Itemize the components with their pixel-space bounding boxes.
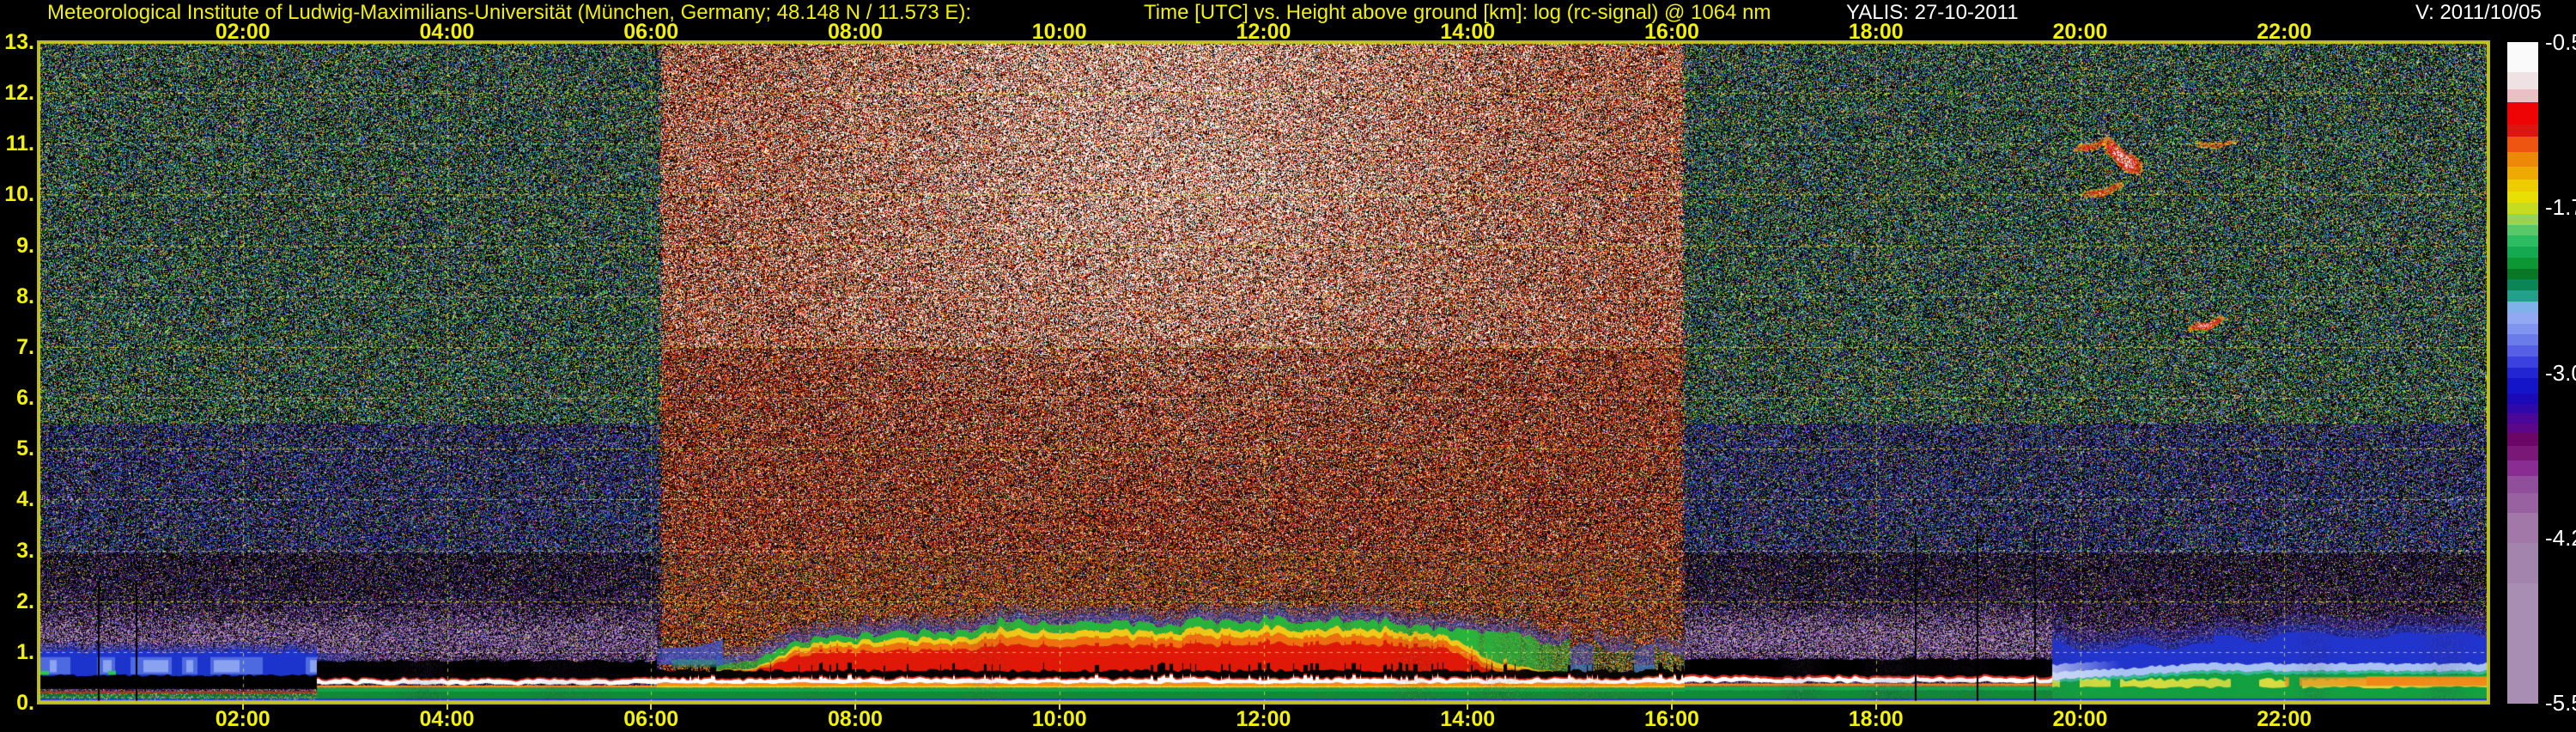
colorbar-segment — [2507, 445, 2538, 462]
x-tick-label: 22:00 — [2257, 20, 2312, 44]
colorbar-segment — [2507, 179, 2538, 193]
colorbar-segment — [2507, 167, 2538, 180]
x-tick-mark — [2283, 704, 2286, 710]
colorbar-segment — [2507, 235, 2538, 247]
colorbar-segment — [2507, 192, 2538, 204]
x-tick-label: 18:00 — [1848, 707, 1904, 731]
x-tick-mark — [650, 704, 653, 710]
colorbar-segment — [2507, 124, 2538, 138]
x-tick-label: 02:00 — [215, 20, 270, 44]
colorbar-segment — [2507, 378, 2538, 394]
colorbar-segment — [2507, 101, 2538, 125]
x-tick-label: 12:00 — [1236, 20, 1291, 44]
colorbar-segment — [2507, 323, 2538, 336]
colorbar-segment — [2507, 312, 2538, 325]
colorbar-tick-label: -1.75 — [2545, 194, 2576, 221]
colorbar-segment — [2507, 42, 2538, 73]
colorbar-segment — [2507, 151, 2538, 168]
colorbar-segment — [2507, 137, 2538, 153]
x-tick-label: 22:00 — [2257, 707, 2312, 731]
colorbar-tick-label: -4.25 — [2545, 524, 2576, 551]
colorbar-segment — [2507, 290, 2538, 302]
colorbar-segment — [2507, 583, 2538, 704]
x-tick-mark — [1874, 704, 1877, 710]
colorbar-segment — [2507, 423, 2538, 435]
colorbar-tick-label: -5.50 — [2545, 690, 2576, 716]
colorbar-segment — [2507, 345, 2538, 357]
y-tick-label: 4. — [16, 487, 34, 512]
x-tick-label: 20:00 — [2052, 20, 2108, 44]
colorbar-segment — [2507, 224, 2538, 237]
x-tick-label: 12:00 — [1236, 707, 1291, 731]
y-tick-label: 8. — [16, 284, 34, 308]
x-tick-label: 04:00 — [419, 20, 475, 44]
colorbar-segment — [2507, 247, 2538, 259]
x-tick-label: 20:00 — [2052, 707, 2108, 731]
colorbar-segment — [2507, 513, 2538, 544]
colorbar-segment — [2507, 461, 2538, 477]
colorbar-segment — [2507, 393, 2538, 405]
colorbar-segment — [2507, 213, 2538, 226]
x-tick-label: 06:00 — [623, 707, 679, 731]
y-tick-label: 13. — [4, 30, 34, 54]
colorbar-segment — [2507, 268, 2538, 281]
lidar-heatmap-canvas — [39, 42, 2488, 703]
x-tick-label: 14:00 — [1440, 707, 1496, 731]
y-tick-label: 3. — [16, 538, 34, 563]
colorbar-segment — [2507, 356, 2538, 369]
header-version: V: 2011/10/05 — [2415, 1, 2542, 24]
y-tick-label: 11. — [5, 131, 34, 156]
y-tick-label: 0. — [16, 691, 34, 715]
x-tick-label: 14:00 — [1440, 20, 1496, 44]
colorbar-segment — [2507, 71, 2538, 90]
colorbar-segment — [2507, 203, 2538, 215]
x-tick-mark — [2079, 704, 2081, 710]
colorbar-segment — [2507, 493, 2538, 515]
plot-frame — [37, 40, 2490, 705]
y-tick-label: 6. — [16, 386, 34, 411]
x-tick-mark — [241, 704, 244, 710]
y-tick-label: 1. — [16, 639, 34, 664]
colorbar-segment — [2507, 279, 2538, 292]
colorbar-segment — [2507, 403, 2538, 414]
y-tick-label: 9. — [16, 233, 34, 258]
colorbar-segment — [2507, 302, 2538, 314]
colorbar-segment — [2507, 543, 2538, 584]
x-tick-label: 04:00 — [419, 707, 475, 731]
colorbar-tick-label: -3.00 — [2545, 359, 2576, 386]
colorbar-tick-label: -0.50 — [2545, 29, 2576, 55]
colorbar-segment — [2507, 475, 2538, 494]
x-tick-mark — [1671, 704, 1673, 710]
x-tick-label: 16:00 — [1644, 20, 1699, 44]
x-tick-label: 02:00 — [215, 707, 270, 731]
x-tick-mark — [1467, 704, 1469, 710]
y-tick-label: 5. — [16, 436, 34, 461]
x-tick-label: 08:00 — [828, 20, 883, 44]
colorbar-segment — [2507, 367, 2538, 380]
colorbar-segment — [2507, 433, 2538, 447]
colorbar — [2507, 42, 2538, 704]
x-tick-label: 10:00 — [1031, 20, 1087, 44]
x-tick-label: 06:00 — [623, 20, 679, 44]
colorbar-segment — [2507, 334, 2538, 346]
colorbar-segment — [2507, 257, 2538, 270]
x-tick-label: 08:00 — [828, 707, 883, 731]
x-tick-label: 18:00 — [1848, 20, 1904, 44]
x-tick-label: 16:00 — [1644, 707, 1699, 731]
x-tick-mark — [1262, 704, 1265, 710]
y-tick-label: 2. — [16, 589, 34, 613]
y-tick-label: 12. — [4, 81, 34, 106]
y-tick-label: 10. — [4, 182, 34, 207]
colorbar-segment — [2507, 413, 2538, 424]
x-tick-mark — [1058, 704, 1060, 710]
x-tick-mark — [446, 704, 448, 710]
x-tick-mark — [854, 704, 856, 710]
x-tick-label: 10:00 — [1031, 707, 1087, 731]
colorbar-segment — [2507, 89, 2538, 103]
y-tick-label: 7. — [16, 334, 34, 359]
